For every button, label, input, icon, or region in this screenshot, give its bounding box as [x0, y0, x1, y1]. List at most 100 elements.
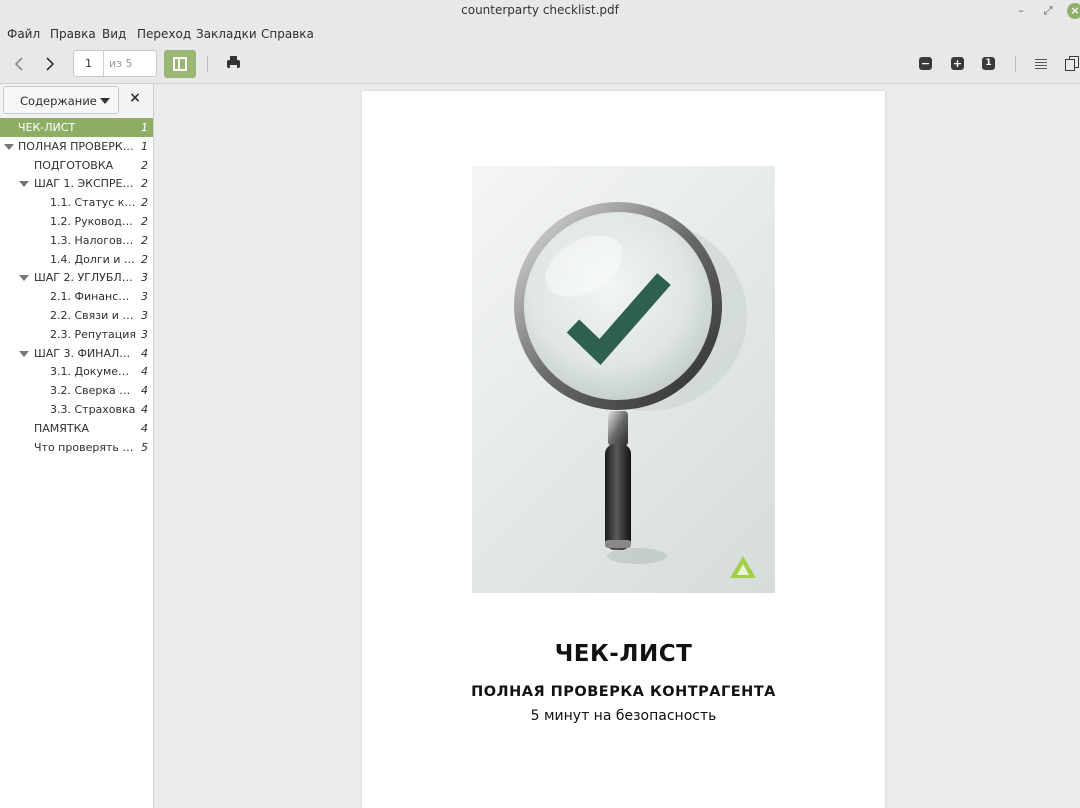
toc-item-page: 3 — [141, 271, 148, 285]
lines-icon — [1035, 59, 1047, 60]
close-window-button[interactable]: × — [1067, 3, 1080, 19]
menu-view[interactable]: Вид — [102, 27, 126, 41]
sidebar-toggle-button[interactable] — [164, 50, 196, 78]
toc-item[interactable]: 3.1. Документы 4 — [0, 362, 153, 381]
toc-item[interactable]: ПОЛНАЯ ПРОВЕРКА КОНТРАГЕНТА 1 — [0, 137, 153, 156]
printer-icon — [226, 56, 240, 68]
toc-item[interactable]: ШАГ 1. ЭКСПРЕСС-ПРОВЕРКА 2 — [0, 174, 153, 193]
toc-item-page: 3 — [141, 290, 148, 304]
toc-item-page: 2 — [141, 177, 148, 191]
toc-item-label: ШАГ 3. ФИНАЛЬНАЯ ПРОВЕРКА — [34, 346, 136, 360]
toc-item-page: 4 — [141, 384, 148, 398]
toc-item-page: 2 — [141, 158, 148, 172]
document-title: ЧЕК-ЛИСТ — [554, 641, 693, 667]
toc-item-label: 1.2. Руководитель и учредители — [50, 215, 136, 228]
document-tagline: 5 минут на безопасность — [530, 708, 717, 724]
toc-item-page: 2 — [141, 233, 148, 247]
chevron-left-icon — [14, 57, 23, 71]
toolbar-separator — [207, 56, 208, 72]
toc-item-label: 3.1. Документы — [50, 365, 136, 379]
original-size-button[interactable]: 1 — [982, 57, 995, 70]
toc-item[interactable]: 1.4. Долги и суды 2 — [0, 250, 153, 269]
toc-item-label: 1.4. Долги и суды — [50, 252, 136, 266]
toc-item-page: 3 — [141, 309, 148, 322]
sidebar: Содержание × ЧЕК-ЛИСТ1ПОЛНАЯ ПРОВЕРКА КО… — [0, 84, 154, 808]
maximize-button[interactable]: ⤢ — [1040, 3, 1056, 19]
sidebar-header: Содержание × — [0, 84, 153, 118]
toc-item-page: 5 — [141, 440, 148, 454]
toc-item[interactable]: 2.2. Связи и аффилированность 3 — [0, 306, 153, 325]
sidebar-mode-dropdown[interactable]: Содержание — [3, 86, 119, 114]
document-view[interactable]: ЧЕК-ЛИСТ ПОЛНАЯ ПРОВЕРКА КОНТРАГЕНТА 5 м… — [154, 84, 1080, 808]
zoom-in-button[interactable]: + — [951, 57, 964, 70]
expander-triangle-icon[interactable] — [4, 143, 14, 150]
sidebar-icon — [173, 57, 187, 71]
toc-item-label: Что проверять регулярно — [34, 440, 136, 454]
magnifier-image — [514, 202, 756, 578]
continuous-view-button[interactable] — [1034, 56, 1048, 72]
expander-triangle-icon[interactable] — [19, 275, 29, 282]
toolbar-separator — [1015, 56, 1016, 72]
minus-icon: − — [920, 57, 931, 70]
toc-item-label: 1.1. Статус компании — [50, 196, 136, 210]
dropdown-arrow-icon — [100, 98, 110, 104]
toc-item-page: 4 — [141, 421, 148, 435]
toolbar: 1 из 5 − + 1 — [0, 46, 1080, 84]
toc-item-label: 2.3. Репутация — [50, 327, 136, 341]
toc-item-page: 4 — [141, 403, 148, 416]
toc-item[interactable]: ПОДГОТОВКА 2 — [0, 156, 153, 175]
toc-item[interactable]: ШАГ 3. ФИНАЛЬНАЯ ПРОВЕРКА 4 — [0, 344, 153, 363]
toc-item[interactable]: 3.3. Страховка 4 — [0, 400, 153, 419]
toc-item-page: 4 — [141, 365, 148, 379]
toc-item[interactable]: 3.2. Сверка данных 4 — [0, 381, 153, 400]
plus-icon: + — [952, 57, 963, 70]
toc-item[interactable]: 1.1. Статус компании 2 — [0, 193, 153, 212]
expander-triangle-icon[interactable] — [19, 181, 29, 188]
toc-item-label: ЧЕК-ЛИСТ — [18, 121, 76, 134]
toc-item-page: 3 — [141, 327, 148, 341]
current-page-input[interactable]: 1 — [74, 51, 104, 76]
window-title: counterparty checklist.pdf — [461, 3, 619, 17]
toc-item[interactable]: 1.3. Налоговые риски 2 — [0, 231, 153, 250]
toc-item[interactable]: 2.1. Финансовое состояние 3 — [0, 287, 153, 306]
expander-triangle-icon[interactable] — [19, 350, 29, 357]
zoom-out-button[interactable]: − — [919, 57, 932, 70]
toc-item-page: 1 — [141, 121, 148, 134]
toc-item[interactable]: 2.3. Репутация 3 — [0, 325, 153, 344]
next-page-button[interactable] — [38, 53, 62, 75]
toc-item-page: 1 — [141, 139, 148, 153]
toc-item[interactable]: ШАГ 2. УГЛУБЛЕННАЯ ПРОВЕРКА 3 — [0, 268, 153, 287]
toc-item-label: 2.1. Финансовое состояние — [50, 290, 136, 304]
toc-item-label: 2.2. Связи и аффилированность — [50, 309, 136, 322]
one-to-one-icon: 1 — [985, 58, 992, 68]
menu-edit[interactable]: Правка — [50, 27, 96, 41]
page-number-field: 1 из 5 — [73, 50, 157, 77]
toc-item-page: 2 — [141, 215, 148, 228]
dual-page-button[interactable] — [1064, 55, 1080, 72]
toc-item[interactable]: Что проверять регулярно 5 — [0, 438, 153, 457]
title-bar: counterparty checklist.pdf – ⤢ × — [0, 0, 1080, 22]
toc-item-page: 2 — [141, 252, 148, 266]
chevron-right-icon — [46, 57, 55, 71]
toc-item[interactable]: ЧЕК-ЛИСТ 1 — [0, 118, 153, 137]
menu-help[interactable]: Справка — [261, 27, 314, 41]
toc-item-label: ПОДГОТОВКА — [34, 158, 114, 172]
previous-page-button[interactable] — [7, 53, 31, 75]
menu-bar: Файл Правка Вид Переход Закладки Справка — [0, 22, 1080, 46]
toc-item[interactable]: 1.2. Руководитель и учредители 2 — [0, 212, 153, 231]
minimize-button[interactable]: – — [1013, 3, 1029, 19]
close-sidebar-button[interactable]: × — [126, 90, 144, 110]
toc-item-label: 3.3. Страховка — [50, 403, 136, 416]
menu-file[interactable]: Файл — [7, 27, 40, 41]
menu-go[interactable]: Переход — [137, 27, 191, 41]
sidebar-mode-label: Содержание — [20, 94, 97, 108]
pdf-page: ЧЕК-ЛИСТ ПОЛНАЯ ПРОВЕРКА КОНТРАГЕНТА 5 м… — [362, 91, 885, 808]
menu-bookmarks[interactable]: Закладки — [196, 27, 257, 41]
toc-item[interactable]: ПАМЯТКА 4 — [0, 419, 153, 438]
toc-item-label: 1.3. Налоговые риски — [50, 233, 136, 247]
toc-item-label: 3.2. Сверка данных — [50, 384, 136, 398]
page-total-label: из 5 — [109, 57, 133, 70]
print-button[interactable] — [222, 54, 244, 74]
toc-item-label: ШАГ 2. УГЛУБЛЕННАЯ ПРОВЕРКА — [34, 271, 136, 285]
toc-item-page: 2 — [141, 196, 148, 210]
